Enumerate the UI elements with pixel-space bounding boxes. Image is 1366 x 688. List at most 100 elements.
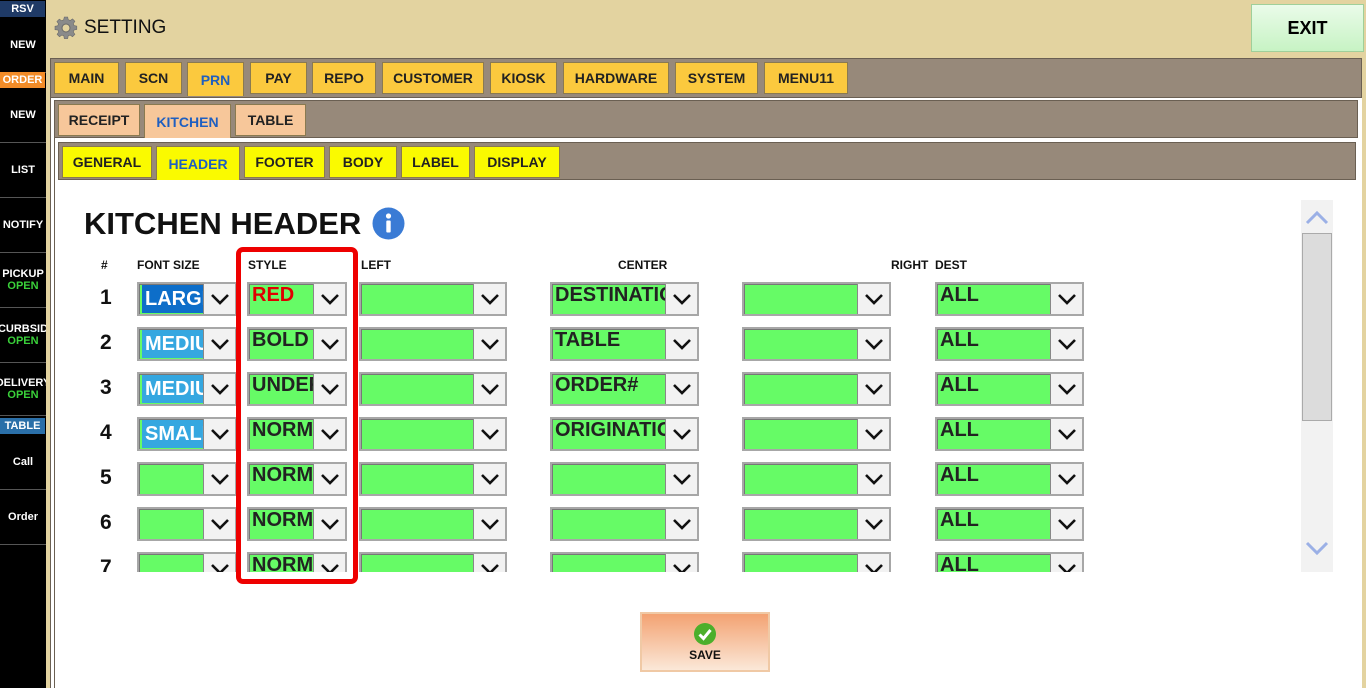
dropdown-arrow[interactable]: [1050, 374, 1082, 404]
tab-header[interactable]: HEADER: [156, 146, 240, 180]
exit-button[interactable]: EXIT: [1251, 4, 1364, 52]
style-dropdown[interactable]: NORMAL: [247, 462, 347, 496]
dropdown-arrow[interactable]: [473, 374, 505, 404]
tab-system[interactable]: SYSTEM: [675, 62, 758, 94]
tab-repo[interactable]: REPO: [312, 62, 376, 94]
dropdown-arrow[interactable]: [857, 464, 889, 494]
tab-main[interactable]: MAIN: [54, 62, 119, 94]
dest-dropdown[interactable]: ALL: [935, 282, 1084, 316]
dropdown-arrow[interactable]: [857, 554, 889, 572]
left-dropdown[interactable]: [359, 462, 507, 496]
dropdown-arrow[interactable]: [665, 464, 697, 494]
dest-dropdown[interactable]: ALL: [935, 507, 1084, 541]
style-dropdown[interactable]: NORMAL: [247, 552, 347, 572]
dropdown-arrow[interactable]: [1050, 284, 1082, 314]
dropdown-arrow[interactable]: [313, 419, 345, 449]
font-size-dropdown[interactable]: [137, 552, 237, 572]
center-dropdown[interactable]: TABLE: [550, 327, 699, 361]
dropdown-arrow[interactable]: [203, 554, 235, 572]
dropdown-arrow[interactable]: [203, 284, 235, 314]
tab-table[interactable]: TABLE: [235, 104, 306, 136]
right-dropdown[interactable]: [742, 282, 891, 316]
dropdown-arrow[interactable]: [665, 554, 697, 572]
vertical-scrollbar[interactable]: [1301, 200, 1333, 572]
font-size-dropdown[interactable]: [137, 507, 237, 541]
dropdown-arrow[interactable]: [665, 419, 697, 449]
style-dropdown[interactable]: UNDERLINE: [247, 372, 347, 406]
dropdown-arrow[interactable]: [313, 374, 345, 404]
dropdown-arrow[interactable]: [203, 464, 235, 494]
style-dropdown[interactable]: NORMAL: [247, 507, 347, 541]
chevron-down-icon[interactable]: [1305, 540, 1329, 556]
dropdown-arrow[interactable]: [857, 329, 889, 359]
dropdown-arrow[interactable]: [665, 374, 697, 404]
dropdown-arrow[interactable]: [1050, 329, 1082, 359]
left-dropdown[interactable]: [359, 417, 507, 451]
center-dropdown[interactable]: [550, 552, 699, 572]
dropdown-arrow[interactable]: [203, 329, 235, 359]
dropdown-arrow[interactable]: [1050, 509, 1082, 539]
tab-footer[interactable]: FOOTER: [244, 146, 325, 178]
right-dropdown[interactable]: [742, 507, 891, 541]
center-dropdown[interactable]: ORDER#: [550, 372, 699, 406]
dropdown-arrow[interactable]: [1050, 419, 1082, 449]
style-dropdown[interactable]: NORMAL: [247, 417, 347, 451]
dest-dropdown[interactable]: ALL: [935, 417, 1084, 451]
sidebar-item-pickup[interactable]: PICKUP OPEN: [0, 253, 46, 308]
font-size-dropdown[interactable]: MEDIUM: [137, 327, 237, 361]
dropdown-arrow[interactable]: [473, 554, 505, 572]
tab-kitchen[interactable]: KITCHEN: [144, 104, 231, 138]
right-dropdown[interactable]: [742, 552, 891, 572]
dropdown-arrow[interactable]: [857, 374, 889, 404]
dropdown-arrow[interactable]: [203, 374, 235, 404]
center-dropdown[interactable]: DESTINATION: [550, 282, 699, 316]
right-dropdown[interactable]: [742, 327, 891, 361]
right-dropdown[interactable]: [742, 372, 891, 406]
dest-dropdown[interactable]: ALL: [935, 552, 1084, 572]
dropdown-arrow[interactable]: [665, 509, 697, 539]
left-dropdown[interactable]: [359, 507, 507, 541]
right-dropdown[interactable]: [742, 417, 891, 451]
tab-prn[interactable]: PRN: [187, 62, 244, 96]
tab-general[interactable]: GENERAL: [62, 146, 152, 178]
tab-menu11[interactable]: MENU11: [764, 62, 848, 94]
sidebar-item-order-new[interactable]: NEW: [0, 88, 46, 143]
tab-label[interactable]: LABEL: [401, 146, 470, 178]
scrollbar-thumb[interactable]: [1302, 233, 1332, 421]
tab-body[interactable]: BODY: [329, 146, 397, 178]
font-size-dropdown[interactable]: MEDIUM: [137, 372, 237, 406]
sidebar-item-notify[interactable]: NOTIFY: [0, 198, 46, 253]
dropdown-arrow[interactable]: [473, 329, 505, 359]
dest-dropdown[interactable]: ALL: [935, 462, 1084, 496]
dropdown-arrow[interactable]: [857, 284, 889, 314]
tab-receipt[interactable]: RECEIPT: [58, 104, 140, 136]
tab-display[interactable]: DISPLAY: [474, 146, 560, 178]
sidebar-item-curbside[interactable]: CURBSID OPEN: [0, 308, 46, 363]
style-dropdown[interactable]: RED: [247, 282, 347, 316]
dropdown-arrow[interactable]: [313, 329, 345, 359]
right-dropdown[interactable]: [742, 462, 891, 496]
left-dropdown[interactable]: [359, 327, 507, 361]
center-dropdown[interactable]: [550, 507, 699, 541]
dropdown-arrow[interactable]: [665, 329, 697, 359]
dropdown-arrow[interactable]: [203, 419, 235, 449]
dest-dropdown[interactable]: ALL: [935, 372, 1084, 406]
left-dropdown[interactable]: [359, 372, 507, 406]
dropdown-arrow[interactable]: [857, 419, 889, 449]
dropdown-arrow[interactable]: [313, 509, 345, 539]
dropdown-arrow[interactable]: [313, 284, 345, 314]
chevron-up-icon[interactable]: [1305, 210, 1329, 226]
tab-scn[interactable]: SCN: [125, 62, 182, 94]
dest-dropdown[interactable]: ALL: [935, 327, 1084, 361]
font-size-dropdown[interactable]: LARGE: [137, 282, 237, 316]
dropdown-arrow[interactable]: [473, 284, 505, 314]
dropdown-arrow[interactable]: [473, 509, 505, 539]
font-size-dropdown[interactable]: [137, 462, 237, 496]
sidebar-item-call[interactable]: Call: [0, 435, 46, 490]
sidebar-item-list[interactable]: LIST: [0, 143, 46, 198]
tab-kiosk[interactable]: KIOSK: [490, 62, 557, 94]
center-dropdown[interactable]: [550, 462, 699, 496]
dropdown-arrow[interactable]: [665, 284, 697, 314]
tab-hardware[interactable]: HARDWARE: [563, 62, 669, 94]
dropdown-arrow[interactable]: [313, 554, 345, 572]
